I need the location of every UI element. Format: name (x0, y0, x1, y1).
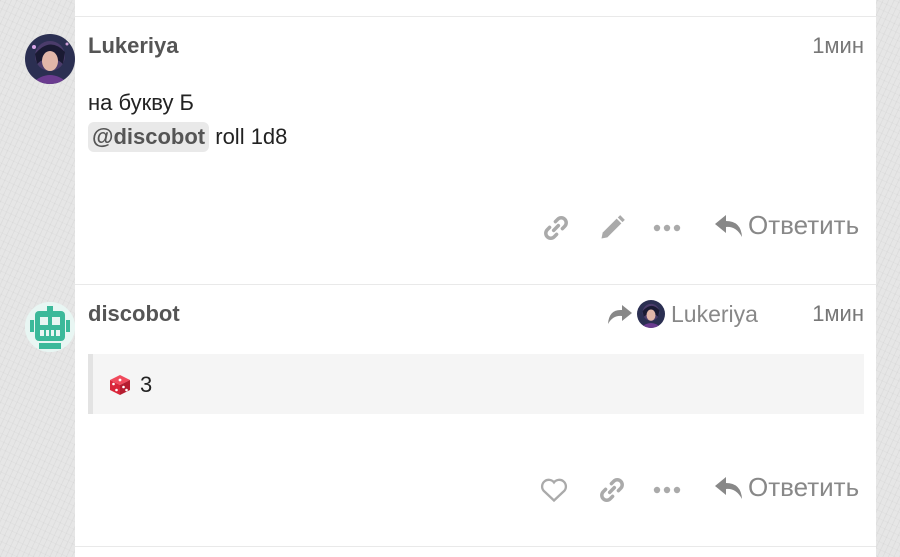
command-text: roll 1d8 (215, 124, 288, 149)
post-divider-top (75, 16, 876, 17)
pencil-icon (601, 215, 625, 239)
mention-link[interactable]: @discobot (88, 122, 210, 152)
link-icon (544, 216, 568, 240)
post-divider (75, 284, 876, 285)
dice-result-value: 3 (140, 372, 153, 397)
dice-result: 3 (109, 372, 152, 398)
reply-icon (715, 476, 742, 499)
like-button[interactable] (538, 474, 570, 506)
reply-to-tab[interactable]: Lukeriya (607, 300, 758, 328)
reply-button[interactable]: Ответить (714, 472, 859, 503)
reply-icon (715, 214, 742, 237)
post-time[interactable]: 1мин (812, 33, 864, 59)
link-icon (600, 478, 624, 502)
heart-icon (540, 478, 568, 503)
more-button[interactable] (651, 474, 683, 506)
ellipsis-icon (653, 224, 681, 232)
post-body: на букву Б @discobot roll 1d8 (88, 86, 287, 154)
reply-to-avatar (637, 300, 665, 328)
reply-label: Ответить (748, 210, 860, 240)
reply-to-username: Lukeriya (671, 300, 758, 327)
edit-button[interactable] (596, 212, 628, 244)
more-button[interactable] (651, 212, 683, 244)
post-text-line-command: @discobot roll 1d8 (88, 120, 287, 154)
link-button[interactable] (540, 212, 572, 244)
reply-button[interactable]: Ответить (714, 210, 859, 241)
user-avatar-lukeriya[interactable] (25, 34, 75, 84)
post-username[interactable]: Lukeriya (88, 33, 179, 59)
share-arrow-icon (608, 305, 632, 324)
ellipsis-icon (653, 486, 681, 494)
reply-label: Ответить (748, 472, 860, 502)
link-button[interactable] (596, 474, 628, 506)
post-username[interactable]: discobot (88, 301, 180, 327)
post-text-line: на букву Б (88, 90, 194, 115)
post-divider-bottom (75, 546, 876, 547)
dice-result-quote: 3 (88, 354, 864, 414)
user-avatar-discobot[interactable] (25, 302, 75, 352)
dice-icon (110, 375, 130, 395)
post-time[interactable]: 1мин (812, 301, 864, 327)
